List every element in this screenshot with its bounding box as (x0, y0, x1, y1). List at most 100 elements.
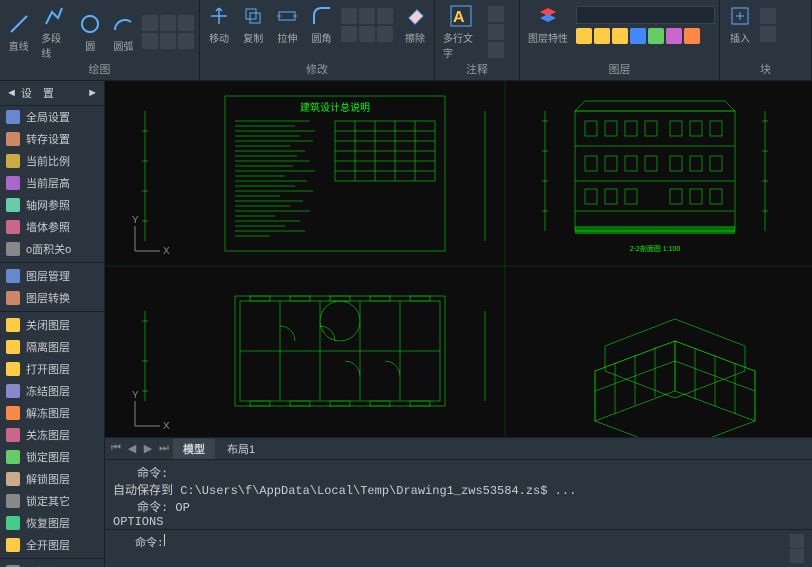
sidebar-item-icon (6, 450, 20, 464)
modify-small-tool-5[interactable] (359, 26, 375, 42)
panel-label-layer: 图层 (520, 60, 720, 80)
draw-small-tool-5[interactable] (160, 33, 176, 49)
command-input[interactable] (165, 534, 790, 563)
drawing-canvas[interactable]: 建筑设计总说明 (105, 81, 812, 437)
sidebar-item[interactable]: 关闭图层 (0, 314, 104, 336)
stretch-tool[interactable]: 拉伸 (272, 2, 302, 47)
sidebar-item[interactable]: 解冻图层 (0, 402, 104, 424)
sidebar-item[interactable]: 全开图层 (0, 534, 104, 556)
sidebar-item-icon (6, 269, 20, 283)
copy-tool[interactable]: 复制 (238, 2, 268, 47)
sidebar-item[interactable]: 当前层高 (0, 172, 104, 194)
sidebar-item-icon (6, 516, 20, 530)
draw-small-tool-6[interactable] (178, 33, 194, 49)
draw-small-tool-4[interactable] (142, 33, 158, 49)
circle-tool[interactable]: 圆 (76, 10, 105, 55)
polyline-label: 多段线 (41, 30, 67, 60)
command-line[interactable]: 命令: (105, 529, 812, 567)
fillet-tool[interactable]: 圆角 (306, 2, 336, 47)
sidebar-item-label: 关冻图层 (26, 427, 70, 443)
sidebar-item-label: 当前层高 (26, 175, 70, 191)
sidebar-item[interactable]: 隔离图层 (0, 336, 104, 358)
sidebar-item[interactable]: 冻结图层 (0, 380, 104, 402)
sidebar-item[interactable]: 关冻图层 (0, 424, 104, 446)
modify-small-tool-3[interactable] (377, 8, 393, 24)
sidebar-item[interactable]: 墙体参照 (0, 216, 104, 238)
sidebar-item-icon (6, 198, 20, 212)
sidebar-item-label: 图层转换 (26, 290, 70, 306)
sidebar-item[interactable]: 锁定其它 (0, 490, 104, 512)
modify-small-tool-2[interactable] (359, 8, 375, 24)
sidebar-item[interactable]: 全局设置 (0, 106, 104, 128)
tab-next[interactable]: ▶ (141, 442, 155, 456)
collapse-icon: ◄ (6, 87, 17, 99)
insert-tool[interactable]: 插入 (724, 2, 756, 47)
sidebar-item-label: 转存设置 (26, 131, 70, 147)
arc-tool[interactable]: 圆弧 (109, 10, 138, 55)
tab-model[interactable]: 模型 (173, 439, 215, 459)
sidebar-header[interactable]: ◄ 设 置 ► (0, 81, 104, 106)
layer-dropdown[interactable] (576, 6, 715, 24)
polyline-tool[interactable]: 多段线 (37, 2, 71, 62)
layer-tool-7[interactable] (684, 28, 700, 44)
sidebar-item-label: 冻结图层 (26, 383, 70, 399)
sidebar-item[interactable]: 图层转换 (0, 287, 104, 309)
draw-small-tool-1[interactable] (142, 15, 158, 31)
sidebar-item[interactable]: o遮挡开o (0, 561, 104, 567)
tab-first[interactable]: ⏮ (109, 442, 123, 456)
modify-small-tool-1[interactable] (341, 8, 357, 24)
sidebar-item-icon (6, 110, 20, 124)
sidebar-item-icon (6, 362, 20, 376)
draw-small-tool-2[interactable] (160, 15, 176, 31)
command-scroll-up[interactable] (790, 534, 804, 548)
annotate-small-1[interactable] (488, 6, 504, 22)
modify-small-tool-6[interactable] (377, 26, 393, 42)
modify-small-tool-4[interactable] (341, 26, 357, 42)
layer-tool-3[interactable] (612, 28, 628, 44)
layer-props-label: 图层特性 (528, 30, 568, 45)
fillet-label: 圆角 (311, 30, 331, 45)
command-history: 命令: 自动保存到 C:\Users\f\AppData\Local\Temp\… (105, 460, 812, 529)
layer-tool-2[interactable] (594, 28, 610, 44)
erase-tool[interactable]: 擦除 (400, 2, 430, 47)
layer-tool-4[interactable] (630, 28, 646, 44)
sidebar-item-label: 解锁图层 (26, 471, 70, 487)
line-tool[interactable]: 直线 (4, 10, 33, 55)
sidebar-item[interactable]: o面积关o (0, 238, 104, 260)
sidebar-item[interactable]: 解锁图层 (0, 468, 104, 490)
sidebar-item[interactable]: 转存设置 (0, 128, 104, 150)
sidebar-item[interactable]: 锁定图层 (0, 446, 104, 468)
sidebar-item[interactable]: 图层管理 (0, 265, 104, 287)
move-tool[interactable]: 移动 (204, 2, 234, 47)
sidebar-item[interactable]: 打开图层 (0, 358, 104, 380)
tab-prev[interactable]: ◀ (125, 442, 139, 456)
layer-tool-6[interactable] (666, 28, 682, 44)
sidebar-group-3: 关闭图层隔离图层打开图层冻结图层解冻图层关冻图层锁定图层解锁图层锁定其它恢复图层… (0, 314, 104, 556)
layer-properties-tool[interactable]: 图层特性 (524, 2, 572, 47)
block-small-2[interactable] (760, 26, 776, 42)
tab-layout1[interactable]: 布局1 (217, 439, 265, 459)
tab-last[interactable]: ⏭ (157, 442, 171, 456)
command-scroll-down[interactable] (790, 549, 804, 563)
sidebar-item-icon (6, 318, 20, 332)
copy-icon (241, 4, 265, 28)
sidebar-item[interactable]: 恢复图层 (0, 512, 104, 534)
sidebar-item[interactable]: 当前比例 (0, 150, 104, 172)
layer-tool-5[interactable] (648, 28, 664, 44)
ribbon-panel-annotate: A 多行文字 (435, 0, 520, 60)
sidebar-item-icon (6, 220, 20, 234)
annotate-small-3[interactable] (488, 42, 504, 58)
sidebar-item-label: 锁定其它 (26, 493, 70, 509)
svg-text:Y: Y (132, 215, 139, 226)
sidebar-item[interactable]: 轴网参照 (0, 194, 104, 216)
svg-text:X: X (163, 421, 170, 432)
fillet-icon (310, 4, 334, 28)
annotate-small-2[interactable] (488, 24, 504, 40)
layer-tool-1[interactable] (576, 28, 592, 44)
panel-label-block: 块 (720, 60, 812, 80)
ribbon-panel-layer: 图层特性 (520, 0, 720, 60)
block-small-1[interactable] (760, 8, 776, 24)
mtext-tool[interactable]: A 多行文字 (439, 2, 484, 62)
arc-label: 圆弧 (113, 38, 133, 53)
draw-small-tool-3[interactable] (178, 15, 194, 31)
